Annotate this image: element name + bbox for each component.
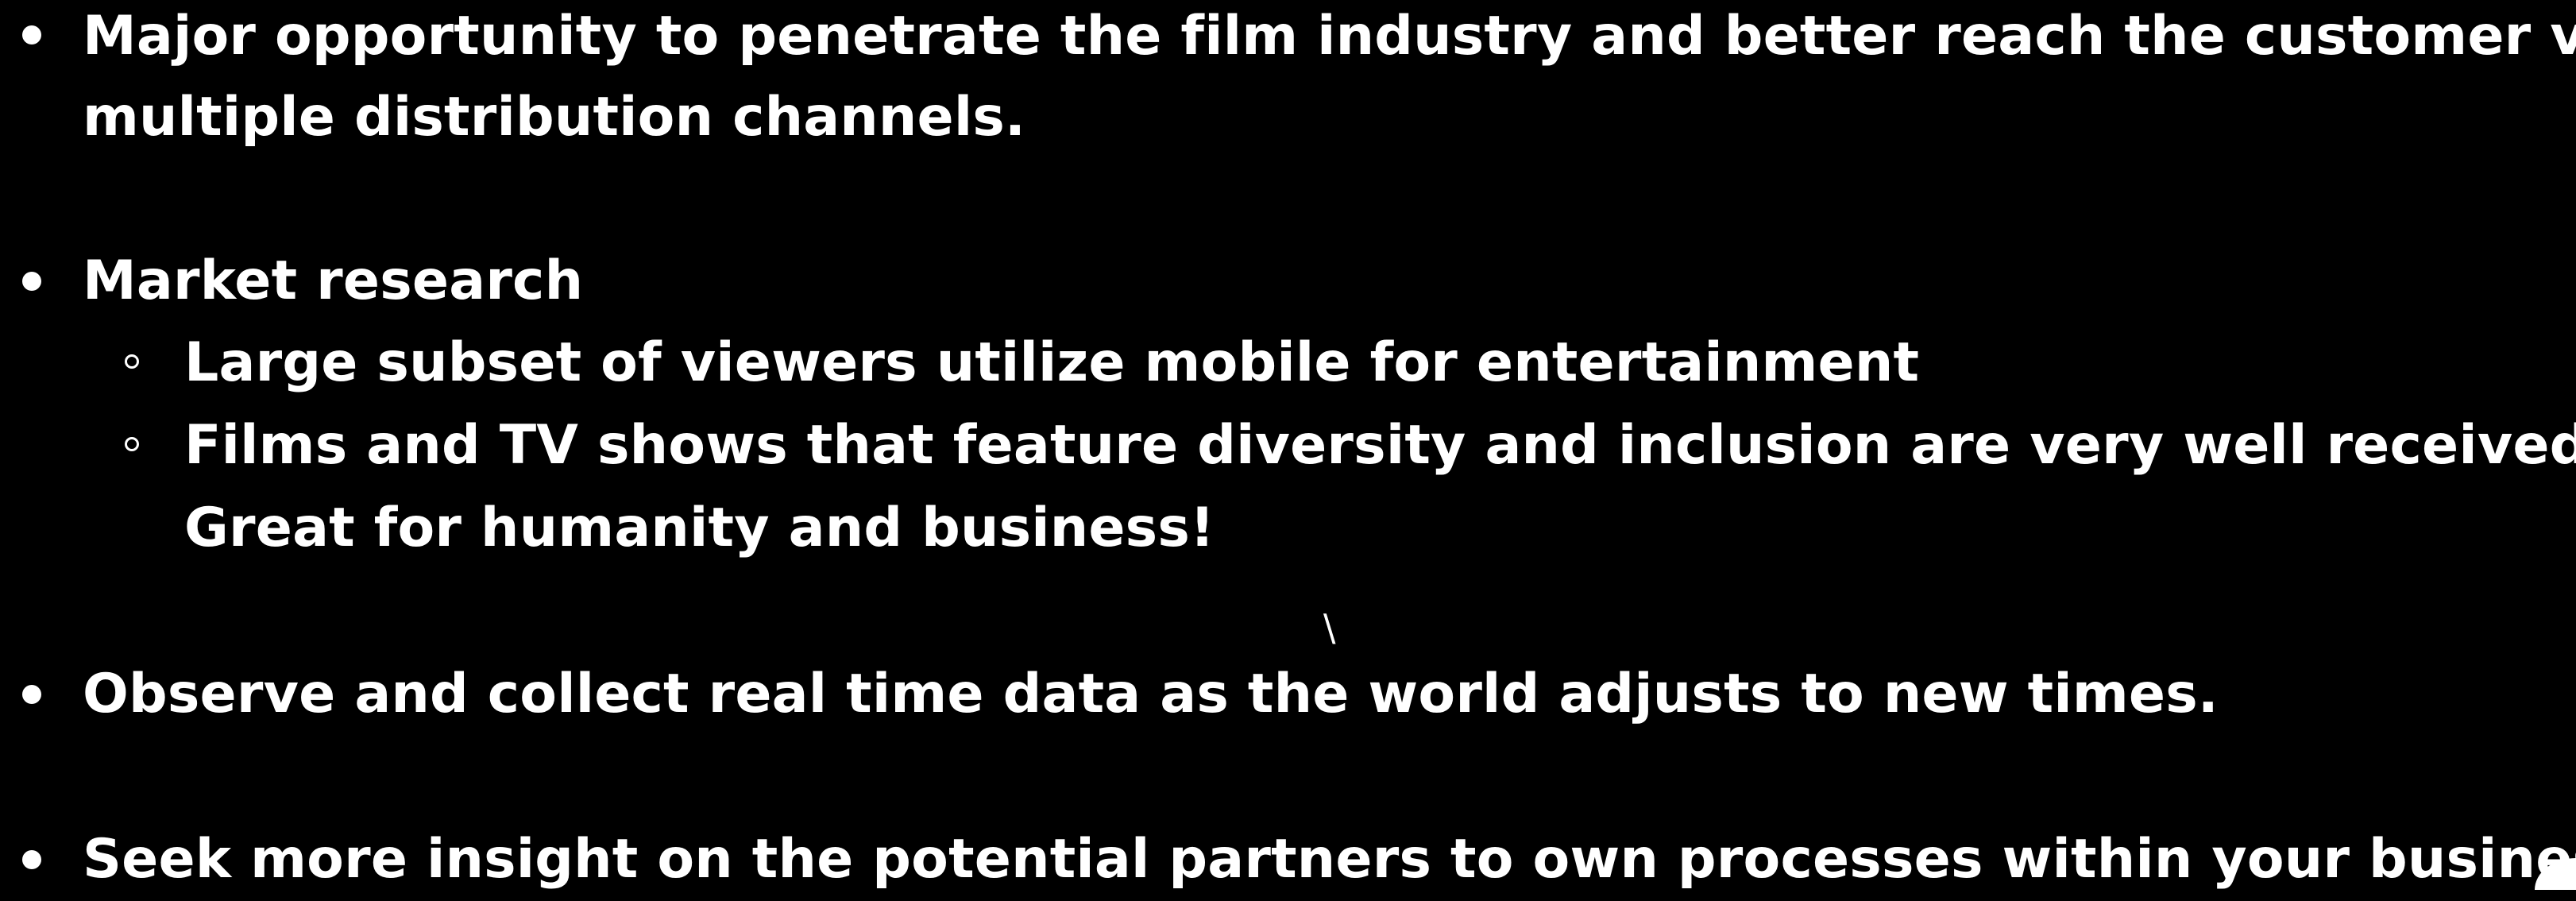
sub-bullet-circle xyxy=(125,437,139,451)
sub-bullet-text-line: Films and TV shows that feature diversit… xyxy=(184,414,2576,477)
stray-backslash-mark: \ xyxy=(1323,606,1336,649)
sub-bullet-text-line: Large subset of viewers utilize mobile f… xyxy=(184,331,1920,394)
bullet-text-line: multiple distribution channels. xyxy=(83,86,1026,149)
slide: Major opportunity to penetrate the film … xyxy=(0,0,2576,891)
sub-bullet-circle xyxy=(125,354,139,369)
bullet-dot xyxy=(22,25,41,44)
sub-bullet-text-line: Great for humanity and business! xyxy=(184,497,1215,559)
bullet-text-line: Major opportunity to penetrate the film … xyxy=(83,5,2576,68)
bullet-dot xyxy=(22,685,41,704)
bullet-dot xyxy=(22,272,41,291)
bullet-text-line: Market research xyxy=(83,249,584,312)
bullet-text-line: Seek more insight on the potential partn… xyxy=(83,828,2576,891)
bullet-text-line: Observe and collect real time data as th… xyxy=(83,663,2219,725)
bullet-dot xyxy=(22,850,41,869)
